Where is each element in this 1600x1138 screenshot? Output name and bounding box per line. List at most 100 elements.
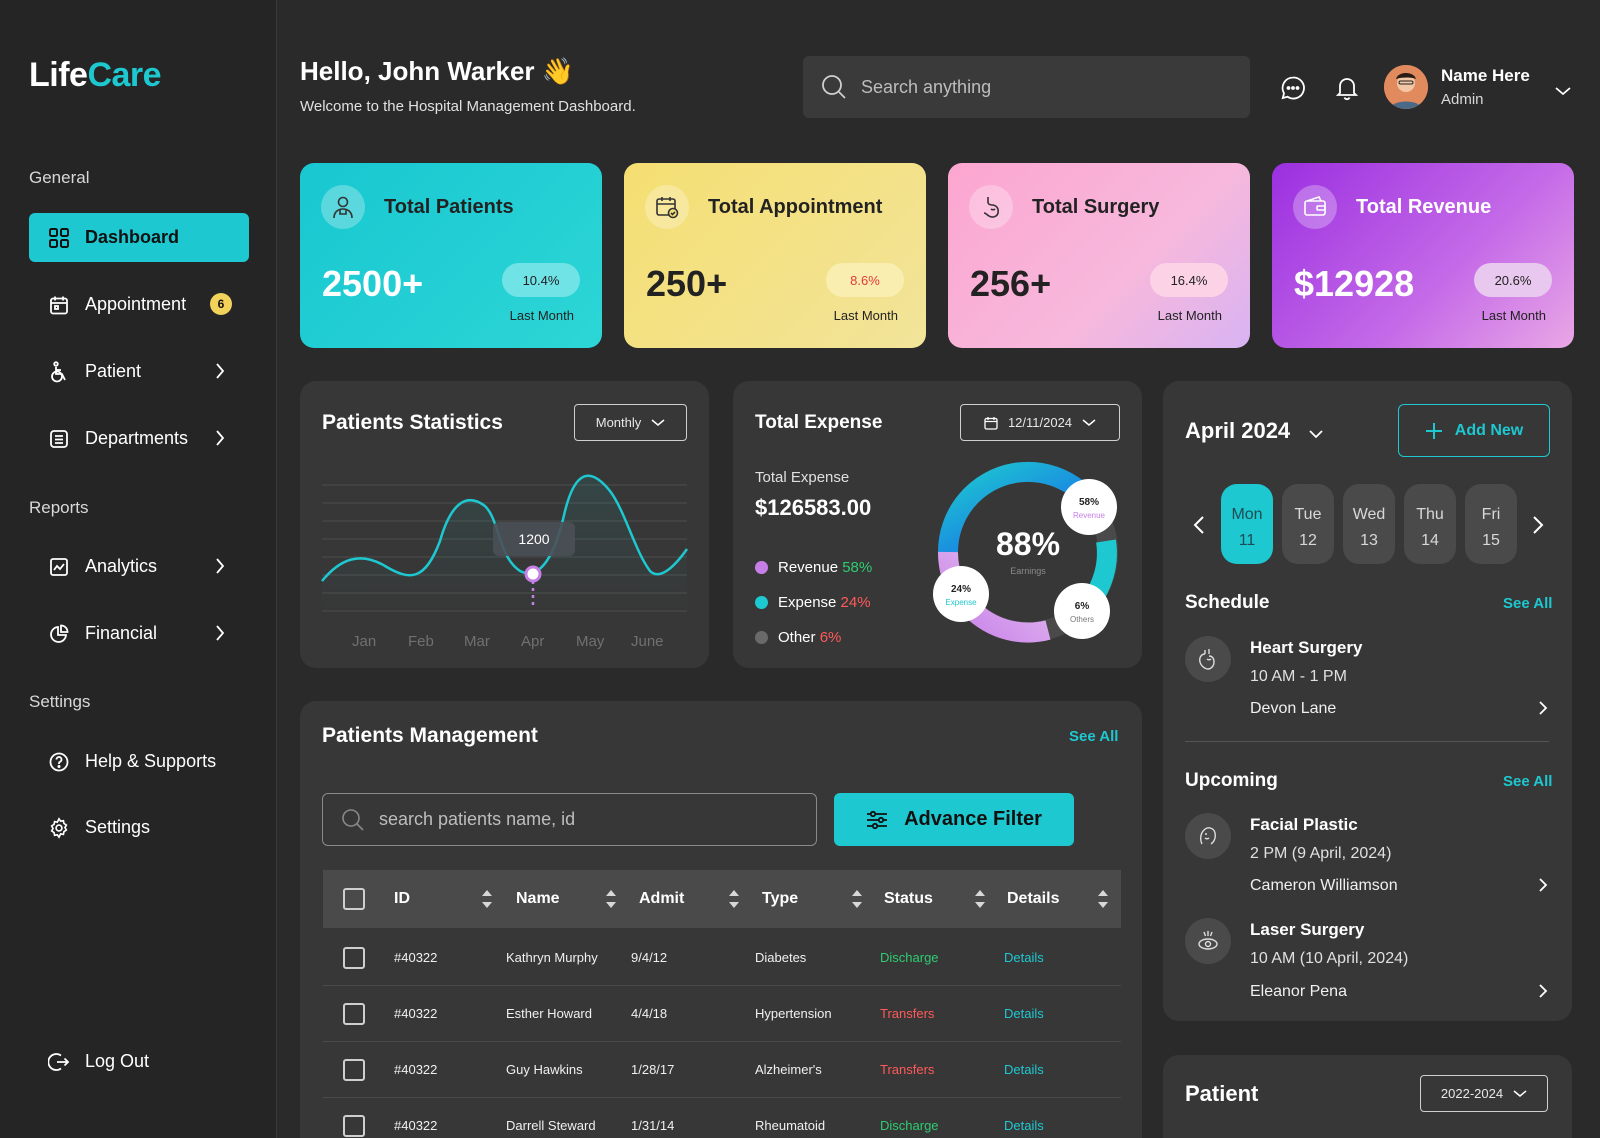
chevron-left-icon[interactable] <box>1193 515 1205 540</box>
chevron-right-icon[interactable] <box>1538 877 1548 898</box>
upcoming-see-all[interactable]: See All <box>1503 773 1552 790</box>
sidebar: LifeCare General Dashboard Appointment 6… <box>0 0 277 1138</box>
chevron-down-icon[interactable] <box>1308 426 1324 444</box>
patient-search-field[interactable]: search patients name, id <box>322 793 817 846</box>
day-number: 11 <box>1238 532 1256 549</box>
upcoming-item-person: Eleanor Pena <box>1250 983 1347 1000</box>
user-role: Admin <box>1441 91 1484 108</box>
column-header-status[interactable]: Status <box>884 890 933 908</box>
x-tick-label: May <box>576 633 605 650</box>
sidebar-item-logout[interactable]: Log Out <box>29 1037 249 1086</box>
search-input[interactable]: Search anything <box>861 77 991 98</box>
details-link[interactable]: Details <box>1004 1006 1044 1021</box>
add-new-button[interactable]: Add New <box>1398 404 1550 457</box>
day-number: 12 <box>1299 532 1317 549</box>
row-checkbox[interactable] <box>343 1115 365 1137</box>
stat-card-revenue[interactable]: Total Revenue $12928 20.6% Last Month <box>1272 163 1574 348</box>
cell-admit: 4/4/18 <box>631 1006 668 1021</box>
row-checkbox[interactable] <box>343 1059 365 1081</box>
brand-logo[interactable]: LifeCare <box>29 56 162 95</box>
avatar[interactable] <box>1384 65 1428 109</box>
heart-icon <box>1185 636 1231 682</box>
sort-icon[interactable] <box>605 888 617 910</box>
sort-icon[interactable] <box>481 888 493 910</box>
sort-icon[interactable] <box>728 888 740 910</box>
upcoming-item-time: 10 AM (10 April, 2024) <box>1250 950 1409 967</box>
table-row[interactable]: #40322 Kathryn Murphy 9/4/12 Diabetes Di… <box>323 930 1121 986</box>
user-name: Name Here <box>1441 66 1530 85</box>
chat-icon[interactable] <box>1280 75 1306 101</box>
brand-part2: Care <box>87 56 162 94</box>
brand-part1: Life <box>29 56 88 94</box>
plus-icon <box>1425 422 1442 439</box>
row-checkbox[interactable] <box>343 947 365 969</box>
sidebar-item-help[interactable]: Help & Supports <box>29 737 249 786</box>
sidebar-item-patient[interactable]: Patient <box>29 347 249 396</box>
sidebar-item-appointment[interactable]: Appointment 6 <box>29 280 249 329</box>
day-fri[interactable]: Fri 15 <box>1465 484 1517 564</box>
chevron-right-icon[interactable] <box>1532 515 1544 540</box>
cell-admit: 9/4/12 <box>631 950 668 965</box>
chevron-right-icon[interactable] <box>1538 700 1548 721</box>
select-all-checkbox[interactable] <box>343 888 365 910</box>
eye-laser-icon <box>1185 918 1231 964</box>
sort-icon[interactable] <box>974 888 986 910</box>
chevron-down-icon[interactable] <box>1554 83 1572 101</box>
stat-card-surgery[interactable]: Total Surgery 256+ 16.4% Last Month <box>948 163 1250 348</box>
column-header-type[interactable]: Type <box>762 890 798 908</box>
row-checkbox[interactable] <box>343 1003 365 1025</box>
column-header-name[interactable]: Name <box>516 890 560 908</box>
calendar-month[interactable]: April 2024 <box>1185 418 1290 444</box>
year-range-dropdown[interactable]: 2022-2024 <box>1420 1075 1548 1112</box>
patient-search-input[interactable]: search patients name, id <box>379 809 575 830</box>
schedule-item-person: Devon Lane <box>1250 700 1337 717</box>
chevron-down-icon <box>1513 1089 1527 1097</box>
bell-icon[interactable] <box>1334 75 1360 101</box>
cell-name: Darrell Steward <box>506 1118 596 1133</box>
day-wed[interactable]: Wed 13 <box>1343 484 1395 564</box>
sidebar-item-financial[interactable]: Financial <box>29 609 249 658</box>
expense-bubble-label: Expense <box>945 598 977 607</box>
day-mon[interactable]: Mon 11 <box>1221 484 1273 564</box>
cell-type: Diabetes <box>755 950 807 965</box>
cell-id: #40322 <box>394 1118 438 1133</box>
stomach-icon <box>969 185 1013 229</box>
day-tue[interactable]: Tue 12 <box>1282 484 1334 564</box>
schedule-see-all[interactable]: See All <box>1503 595 1552 612</box>
see-all-link[interactable]: See All <box>1069 728 1118 745</box>
details-link[interactable]: Details <box>1004 1062 1044 1077</box>
day-number: 14 <box>1421 532 1439 549</box>
column-header-admit[interactable]: Admit <box>639 890 684 908</box>
sidebar-item-dashboard[interactable]: Dashboard <box>29 213 249 262</box>
stat-change-badge: 16.4% <box>1150 263 1228 297</box>
global-search[interactable]: Search anything <box>803 56 1250 118</box>
stat-title: Total Patients <box>384 196 514 218</box>
chevron-right-icon[interactable] <box>1538 983 1548 1004</box>
greeting-title: Hello, John Warker 👋 <box>300 56 574 87</box>
day-thu[interactable]: Thu 14 <box>1404 484 1456 564</box>
sidebar-item-label: Appointment <box>85 294 187 314</box>
details-link[interactable]: Details <box>1004 1118 1044 1133</box>
column-header-details[interactable]: Details <box>1007 890 1059 908</box>
cell-type: Hypertension <box>755 1006 832 1021</box>
cell-name: Kathryn Murphy <box>506 950 598 965</box>
day-number: 13 <box>1360 532 1378 549</box>
table-row[interactable]: #40322 Guy Hawkins 1/28/17 Alzheimer's T… <box>323 1042 1121 1098</box>
sidebar-item-analytics[interactable]: Analytics <box>29 542 249 591</box>
table-row[interactable]: #40322 Esther Howard 4/4/18 Hypertension… <box>323 986 1121 1042</box>
sort-icon[interactable] <box>1097 888 1109 910</box>
sort-icon[interactable] <box>851 888 863 910</box>
total-expense-panel: Total Expense 12/11/2024 Total Expense $… <box>733 381 1142 668</box>
doctor-icon <box>321 185 365 229</box>
sidebar-item-label: Dashboard <box>85 227 180 247</box>
sidebar-item-settings[interactable]: Settings <box>29 803 249 852</box>
stat-card-patients[interactable]: Total Patients 2500+ 10.4% Last Month <box>300 163 602 348</box>
stat-card-appointment[interactable]: Total Appointment 250+ 8.6% Last Month <box>624 163 926 348</box>
column-header-id[interactable]: ID <box>394 890 410 908</box>
table-row[interactable]: #40322 Darrell Steward 1/31/14 Rheumatoi… <box>323 1098 1121 1138</box>
details-link[interactable]: Details <box>1004 950 1044 965</box>
chevron-right-icon <box>215 624 225 647</box>
sidebar-item-departments[interactable]: Departments <box>29 414 249 463</box>
advance-filter-button[interactable]: Advance Filter <box>834 793 1074 846</box>
expense-donut-chart <box>933 461 1118 643</box>
